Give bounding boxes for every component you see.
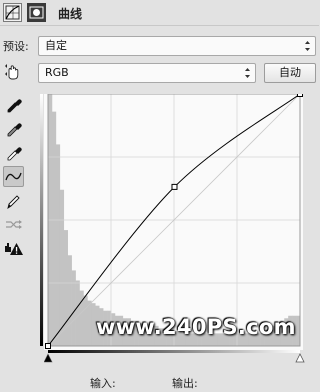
select-arrows-icon [245, 68, 250, 78]
panel-header: 曲线 [0, 0, 319, 26]
adjustment-layer-icon[interactable] [3, 3, 22, 22]
target-adjust-hand-icon[interactable] [3, 62, 24, 83]
curve-control-point[interactable] [297, 94, 303, 97]
input-levels [44, 350, 305, 363]
curves-graph[interactable] [44, 94, 303, 350]
panel-title: 曲线 [58, 7, 83, 21]
pencil-draw-icon[interactable] [3, 191, 24, 212]
histogram-bar [51, 111, 57, 346]
input-gradient-bar [48, 350, 300, 353]
curve-control-point[interactable] [171, 183, 178, 190]
white-point-eyedropper-icon[interactable] [3, 142, 24, 163]
channel-select[interactable]: RGB [38, 63, 256, 83]
histogram-bar [71, 270, 76, 346]
white-input-slider-icon[interactable] [295, 353, 305, 363]
output-gradient-bar [40, 94, 43, 346]
output-label: 输出: [172, 377, 198, 390]
input-label: 输入: [90, 377, 116, 390]
preset-label: 预设: [3, 40, 29, 53]
gray-point-eyedropper-icon[interactable] [3, 118, 24, 139]
channel-select-value: RGB [45, 66, 69, 79]
histogram-bar [83, 295, 88, 346]
clipping-warning-icon[interactable] [3, 238, 24, 259]
watermark-text: www.240PS.com [96, 315, 296, 339]
black-input-slider-icon[interactable] [44, 353, 53, 363]
histogram-bar [91, 303, 96, 346]
curve-edit-points-icon[interactable] [3, 166, 24, 187]
preset-select[interactable]: 自定 [38, 36, 316, 56]
black-point-eyedropper-icon[interactable] [3, 94, 24, 115]
histogram-bar [75, 280, 80, 346]
select-arrows-icon [305, 41, 310, 51]
smooth-curve-icon[interactable] [3, 214, 24, 235]
mask-icon[interactable] [27, 3, 46, 22]
histogram-bar [55, 144, 61, 346]
auto-button[interactable]: 自动 [264, 63, 316, 83]
histogram-bar [67, 255, 72, 346]
histogram-bar [87, 300, 92, 346]
histogram-bar [59, 189, 65, 346]
preset-select-value: 自定 [45, 39, 67, 52]
